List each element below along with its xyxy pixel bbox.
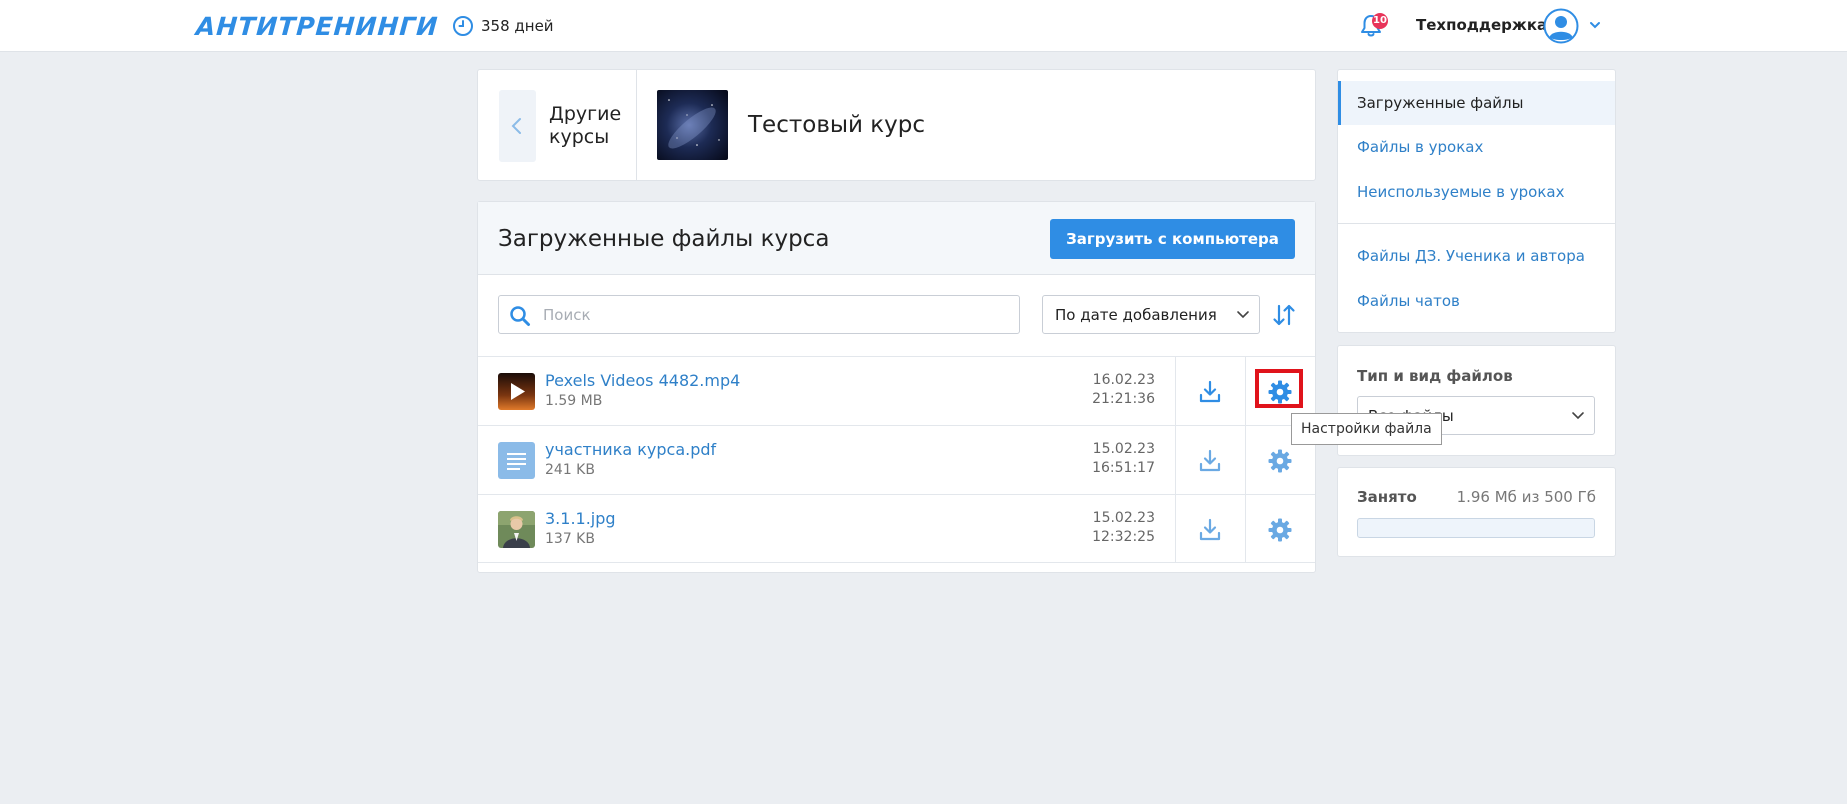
divider [1245, 426, 1246, 494]
chevron-down-icon[interactable] [1588, 18, 1602, 32]
highlight-box [1255, 369, 1303, 408]
avatar-icon[interactable] [1543, 8, 1579, 44]
usage-label: Занято [1357, 488, 1417, 506]
download-icon[interactable] [1197, 517, 1223, 543]
table-row: Pexels Videos 4482.mp4 1.59 MB 16.02.23 … [478, 356, 1315, 425]
sidebar-nav: Загруженные файлы Файлы в уроках Неиспол… [1337, 69, 1616, 333]
clock-icon [453, 16, 473, 36]
file-date-day: 15.02.23 [1092, 510, 1155, 526]
video-thumbnail [498, 373, 535, 410]
file-name-link[interactable]: участника курса.pdf [545, 440, 716, 459]
gear-tooltip: Настройки файла [1291, 413, 1442, 445]
chevron-down-icon [1237, 311, 1249, 319]
file-date-day: 16.02.23 [1092, 372, 1155, 388]
usage-value: 1.96 Мб из 500 Гб [1456, 488, 1596, 506]
gear-icon[interactable] [1267, 517, 1293, 543]
logo[interactable]: АНТИТРЕНИНГИ [195, 12, 439, 41]
notification-badge: 10 [1372, 13, 1388, 29]
files-panel: Загруженные файлы курса Загрузить с комп… [477, 201, 1316, 573]
download-icon[interactable] [1197, 448, 1223, 474]
upload-button[interactable]: Загрузить с компьютера [1050, 219, 1295, 259]
files-header: Загруженные файлы курса Загрузить с комп… [478, 202, 1315, 275]
divider [1338, 223, 1615, 224]
page-title: Загруженные файлы курса [498, 226, 830, 252]
sidebar-item-unused-files[interactable]: Неиспользуемые в уроках [1338, 170, 1615, 214]
file-size: 137 KB [545, 531, 595, 547]
sidebar-item-lesson-files[interactable]: Файлы в уроках [1338, 125, 1615, 169]
sidebar-item-homework-files[interactable]: Файлы ДЗ. Ученика и автора [1338, 234, 1615, 278]
subscription-days: 358 дней [452, 15, 554, 37]
file-date-time: 12:32:25 [1092, 529, 1155, 545]
divider [1245, 357, 1246, 425]
sort-direction-icon[interactable] [1271, 302, 1297, 328]
document-icon [498, 442, 535, 479]
table-row: участника курса.pdf 241 KB 15.02.23 16:5… [478, 425, 1315, 494]
search-placeholder: Поиск [543, 306, 591, 324]
back-label[interactable]: Другие курсы [549, 103, 639, 149]
file-date-time: 21:21:36 [1092, 391, 1155, 407]
divider [636, 70, 637, 180]
usage-progress-bar [1357, 518, 1595, 538]
file-size: 1.59 MB [545, 393, 603, 409]
days-label: 358 дней [481, 17, 554, 35]
file-size: 241 KB [545, 462, 595, 478]
divider [1245, 495, 1246, 563]
divider [1175, 426, 1176, 494]
filter-label: Тип и вид файлов [1357, 367, 1513, 385]
file-date: 16.02.23 21:21:36 [1058, 371, 1155, 409]
sidebar-item-uploaded-files[interactable]: Загруженные файлы [1338, 81, 1615, 125]
divider [1175, 357, 1176, 425]
file-date: 15.02.23 12:32:25 [1058, 509, 1155, 547]
search-input[interactable]: Поиск [498, 295, 1020, 334]
image-thumbnail [498, 511, 535, 548]
course-thumbnail [657, 90, 728, 160]
sort-selected-value: По дате добавления [1055, 306, 1217, 324]
search-icon [510, 306, 530, 326]
course-header: Другие курсы Тестовый курс [477, 69, 1316, 181]
back-button[interactable] [499, 90, 536, 162]
storage-usage: Занято 1.96 Мб из 500 Гб [1337, 467, 1616, 557]
gear-icon[interactable] [1267, 448, 1293, 474]
file-name-link[interactable]: 3.1.1.jpg [545, 509, 616, 528]
top-bar: АНТИТРЕНИНГИ 358 дней 10 Техподдержка [0, 0, 1847, 52]
file-date-day: 15.02.23 [1092, 441, 1155, 457]
course-title: Тестовый курс [748, 112, 926, 138]
user-name[interactable]: Техподдержка [1416, 16, 1547, 34]
chevron-down-icon [1572, 412, 1584, 420]
file-date-time: 16:51:17 [1092, 460, 1155, 476]
download-icon[interactable] [1197, 379, 1223, 405]
divider [1175, 495, 1176, 563]
chevron-left-icon [511, 118, 521, 134]
sidebar-item-chat-files[interactable]: Файлы чатов [1338, 279, 1615, 323]
file-name-link[interactable]: Pexels Videos 4482.mp4 [545, 371, 740, 390]
table-row: 3.1.1.jpg 137 KB 15.02.23 12:32:25 [478, 494, 1315, 563]
file-date: 15.02.23 16:51:17 [1058, 440, 1155, 478]
sort-select[interactable]: По дате добавления [1042, 295, 1260, 334]
